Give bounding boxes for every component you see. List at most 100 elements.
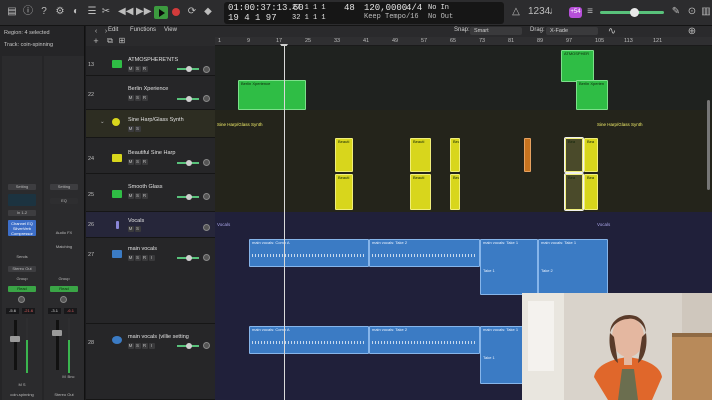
region-glass-selected[interactable]: Bea [564, 173, 584, 211]
metronome-icon[interactable]: △ [510, 6, 522, 18]
tempo-value[interactable]: 120,0000 [364, 3, 407, 13]
track-header-folder[interactable]: ⌄ Sine Harp/Glass Synth MS [86, 110, 215, 138]
pan-knob[interactable] [203, 193, 210, 200]
region-glass[interactable]: Beauti [335, 174, 353, 210]
region-comp-a[interactable]: main vocals: Comp A [249, 239, 369, 267]
pan-knob[interactable] [203, 159, 210, 166]
browser-icon[interactable]: ▥ [700, 6, 712, 18]
vertical-scrollbar[interactable] [707, 100, 710, 190]
volume-slider[interactable] [177, 160, 199, 166]
pan-knob[interactable] [18, 296, 25, 303]
time-signature[interactable]: 4/4 [406, 3, 422, 13]
pan-knob[interactable] [203, 95, 210, 102]
drag-select[interactable]: X-Fade [546, 27, 598, 35]
region-harp-selected[interactable]: Bea [564, 137, 584, 173]
smart-controls-icon[interactable]: ◐ [70, 6, 82, 18]
volume-fader[interactable] [52, 330, 62, 336]
automation-mode[interactable]: Read [50, 286, 78, 292]
region-glass[interactable]: Bea [450, 174, 460, 210]
mute-solo-buttons[interactable]: M S [8, 382, 36, 388]
volume-slider[interactable] [177, 96, 199, 102]
bounce-button[interactable]: Bnc [64, 374, 78, 380]
pan-knob[interactable] [203, 342, 210, 349]
snap-select[interactable]: Smart [470, 27, 522, 35]
inspector-icon[interactable]: ⓘ [22, 6, 34, 18]
track-buttons[interactable]: MSRI [128, 343, 156, 349]
loop-browser-icon[interactable]: ⊙ [686, 6, 698, 18]
region-berlin-a[interactable]: Berlin Xperience [238, 80, 306, 110]
pan-knob[interactable] [203, 66, 210, 73]
editors-icon[interactable]: ✂ [100, 6, 112, 18]
region-harp-muted[interactable] [524, 138, 531, 172]
setting-button[interactable]: Setting [50, 184, 78, 190]
count-in-icon[interactable]: 1234 [528, 6, 550, 18]
track-name[interactable]: Beautiful Sine Harp [128, 150, 175, 156]
region-take-2-villie[interactable]: main vocals: Take 2 [369, 326, 480, 354]
region-glass[interactable]: Bea [584, 174, 598, 210]
track-header-main-vocals-villie[interactable]: 28 main vocals (villie setting MSRI [86, 324, 215, 400]
track-buttons[interactable]: MS [128, 226, 142, 232]
plugin-slots[interactable]: Channel EQ SilverVerb Compressor [8, 220, 36, 236]
region-comp-a-villie[interactable]: main vocals: Comp A [249, 326, 369, 354]
notification-badge[interactable]: +54 [569, 7, 582, 18]
disclosure-icon[interactable]: ⌄ [100, 119, 105, 125]
vocals-region-label[interactable]: Vocals [597, 222, 610, 227]
output-slot[interactable]: Stereo Out [8, 266, 36, 272]
bar-ruler[interactable]: 1 9 17 25 33 41 49 57 65 73 81 89 97 105 113 121 [215, 37, 712, 46]
region-harp[interactable]: Bea [584, 138, 598, 172]
track-buttons[interactable]: MSR [128, 66, 149, 72]
region-atmosphere[interactable]: ATMOSPHER [561, 50, 594, 82]
automation-mode[interactable]: Read [8, 286, 36, 292]
pan-knob[interactable] [203, 224, 210, 231]
playhead[interactable] [284, 46, 285, 400]
track-header-sine-harp[interactable]: 24 Beautiful Sine Harp MSR [86, 138, 215, 174]
vocals-region-label[interactable]: Vocals [217, 222, 230, 227]
volume-fader[interactable] [10, 336, 20, 342]
track-buttons[interactable]: MSR [128, 95, 149, 101]
track-buttons[interactable]: MSRI [128, 255, 156, 261]
cycle-icon[interactable]: ⟳ [186, 6, 198, 18]
track-header-atmosphere[interactable]: 13 ATMOSPHERE'NTS MSR [86, 46, 215, 76]
folder-region-label[interactable]: Sine Harp/Glass Synth [597, 122, 643, 127]
region-take-2b[interactable]: main vocals: Take 1 Take 2 [538, 239, 608, 295]
region-take-2[interactable]: main vocals: Take 2 [369, 239, 480, 267]
eq-thumbnail[interactable] [8, 194, 36, 206]
track-buttons[interactable]: MSR [128, 193, 149, 199]
volume-slider[interactable] [177, 343, 199, 349]
region-harp[interactable]: Bea [450, 138, 460, 172]
rewind-icon[interactable]: ◀◀ [118, 6, 133, 18]
track-name[interactable]: Berlin Xperience [128, 86, 168, 92]
volume-slider[interactable] [177, 255, 199, 261]
region-harp[interactable]: Beauti [410, 138, 431, 172]
functions-menu[interactable]: Functions [130, 27, 156, 33]
audio-fx-slot[interactable]: Audio FX [50, 230, 78, 236]
track-header-smooth-glass[interactable]: 25 Smooth Glass MSR [86, 174, 215, 212]
region-berlin-b[interactable]: Berlin Xperien [576, 80, 608, 110]
play-button[interactable] [154, 6, 168, 19]
view-menu[interactable]: View [164, 27, 177, 33]
toolbar-icon[interactable]: ⚙ [54, 6, 66, 18]
edit-menu[interactable]: Edit [108, 27, 118, 33]
help-icon[interactable]: ? [38, 6, 50, 18]
volume-slider[interactable] [177, 66, 199, 72]
track-header-main-vocals[interactable]: 27 main vocals MSRI [86, 238, 215, 324]
tuner-icon[interactable]: ♩ [548, 6, 560, 18]
track-name[interactable]: Smooth Glass [128, 184, 163, 190]
input-slot[interactable]: In 1-2 [8, 210, 36, 216]
region-take-1[interactable]: main vocals: Take 1 Take 1 [480, 239, 538, 295]
forward-icon[interactable]: ▶▶ [136, 6, 151, 18]
folder-region-label[interactable]: Sine Harp/Glass Synth [217, 122, 263, 127]
track-header-berlin[interactable]: 22 Berlin Xperience MSR [86, 76, 215, 110]
eq-slot[interactable]: EQ [50, 198, 78, 204]
mixer-icon[interactable]: ☰ [86, 6, 98, 18]
track-name[interactable]: ATMOSPHERE'NTS [128, 57, 178, 63]
track-buttons[interactable]: MS [128, 126, 142, 132]
lcd-display[interactable]: 01:00:37:13.60 19 4 1 97 27 1 1 1 32 1 1… [224, 2, 504, 24]
track-name[interactable]: main vocals [128, 246, 157, 252]
library-icon[interactable]: ▤ [6, 6, 18, 18]
master-volume-slider[interactable] [600, 8, 664, 17]
volume-slider[interactable] [177, 194, 199, 200]
track-name[interactable]: main vocals (villie setting [128, 334, 189, 340]
pan-knob[interactable] [60, 296, 67, 303]
track-buttons[interactable]: MSR [128, 159, 149, 165]
